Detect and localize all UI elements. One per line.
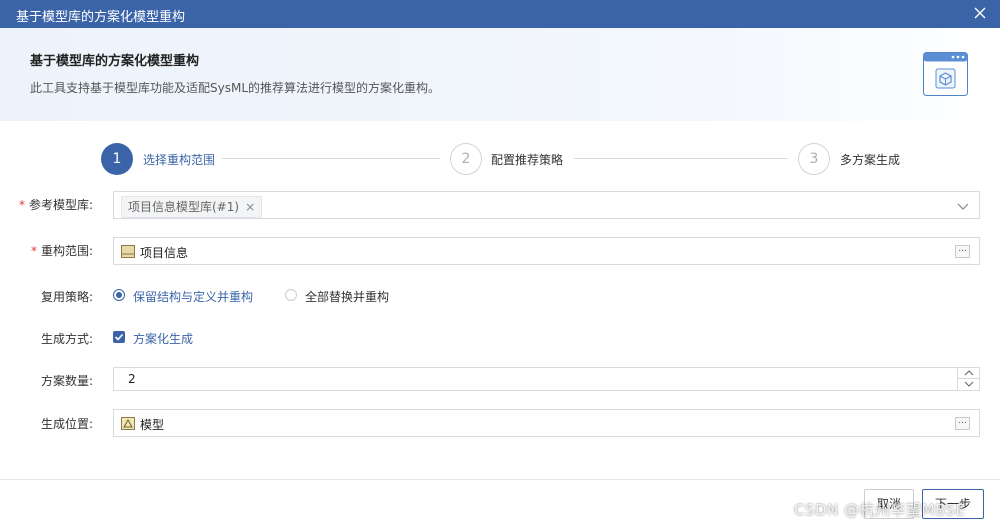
reuse-strategy-label: 复用策略: bbox=[41, 290, 94, 304]
scheme-count-stepper[interactable]: 2 bbox=[113, 367, 980, 391]
generation-mode-label: 生成方式: bbox=[41, 332, 94, 346]
generation-location-value: 模型 bbox=[140, 418, 165, 432]
close-icon[interactable] bbox=[972, 5, 988, 21]
keep-structure-radio[interactable] bbox=[113, 289, 125, 301]
decrement-button[interactable] bbox=[957, 379, 979, 390]
replace-all-radio[interactable] bbox=[285, 289, 297, 301]
library-tag: 项目信息模型库(#1) × bbox=[121, 196, 263, 218]
scheme-generation-option-label[interactable]: 方案化生成 bbox=[133, 330, 193, 347]
scheme-generation-checkbox[interactable] bbox=[113, 331, 125, 343]
tag-remove-icon[interactable]: × bbox=[245, 200, 255, 214]
step-connector bbox=[222, 158, 440, 159]
reference-library-label: * 参考模型库: bbox=[19, 198, 94, 212]
header-description: 此工具支持基于模型库功能及适配SysML的推荐算法进行模型的方案化重构。 bbox=[30, 81, 441, 95]
header-title: 基于模型库的方案化模型重构 bbox=[30, 54, 200, 69]
increment-button[interactable] bbox=[957, 368, 979, 379]
reference-library-select[interactable]: 项目信息模型库(#1) × bbox=[113, 191, 980, 219]
footer-divider bbox=[0, 479, 1000, 480]
title-bar: 基于模型库的方案化模型重构 bbox=[0, 0, 1000, 28]
scheme-count-value[interactable]: 2 bbox=[128, 372, 136, 386]
generation-location-field[interactable]: 模型 ... bbox=[113, 409, 980, 437]
library-tag-label: 项目信息模型库(#1) bbox=[128, 200, 240, 214]
model-icon bbox=[121, 417, 135, 430]
generation-location-label: 生成位置: bbox=[41, 417, 94, 431]
step-1-circle: 1 bbox=[101, 143, 133, 175]
window-title: 基于模型库的方案化模型重构 bbox=[16, 10, 186, 25]
scheme-count-label: 方案数量: bbox=[41, 374, 94, 388]
step-connector bbox=[574, 158, 788, 159]
step-3-circle: 3 bbox=[798, 143, 830, 175]
header-banner: 基于模型库的方案化模型重构 此工具支持基于模型库功能及适配SysML的推荐算法进… bbox=[0, 28, 1000, 121]
step-2-label: 配置推荐策略 bbox=[491, 153, 564, 167]
scope-value: 项目信息 bbox=[140, 246, 189, 260]
check-icon bbox=[114, 333, 124, 341]
step-2-circle: 2 bbox=[450, 143, 482, 175]
scope-browse-button[interactable]: ... bbox=[955, 245, 970, 258]
chevron-down-icon[interactable] bbox=[957, 200, 969, 212]
package-icon bbox=[121, 245, 135, 258]
location-browse-button[interactable]: ... bbox=[955, 417, 970, 430]
required-mark: * bbox=[19, 198, 25, 212]
scope-field[interactable]: 项目信息 ... bbox=[113, 237, 980, 265]
scope-label: * 重构范围: bbox=[31, 244, 94, 258]
watermark: CSDN @杭州华望MBSE bbox=[794, 501, 966, 519]
chevron-down-icon bbox=[964, 381, 974, 387]
required-mark: * bbox=[31, 244, 37, 258]
replace-all-option-label[interactable]: 全部替换并重构 bbox=[305, 288, 389, 305]
keep-structure-option-label[interactable]: 保留结构与定义并重构 bbox=[133, 288, 253, 305]
step-1-label: 选择重构范围 bbox=[143, 153, 216, 167]
tool-window-icon bbox=[923, 52, 968, 96]
step-3-label: 多方案生成 bbox=[840, 153, 901, 167]
chevron-up-icon bbox=[964, 370, 974, 376]
